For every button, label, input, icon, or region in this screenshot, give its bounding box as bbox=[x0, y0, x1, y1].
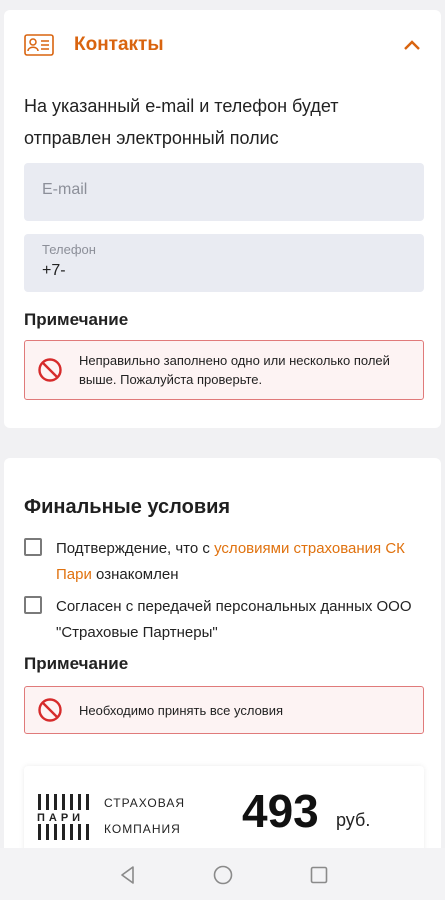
chevron-up-icon[interactable] bbox=[402, 36, 422, 54]
contacts-error-alert: Неправильно заполнено одно или несколько… bbox=[24, 340, 424, 400]
home-icon[interactable] bbox=[212, 864, 234, 886]
terms-text: Подтверждение, что с условиями страхован… bbox=[56, 536, 416, 588]
logo-word: ПАРИ bbox=[37, 812, 84, 824]
contact-card-icon bbox=[24, 34, 54, 56]
phone-value: +7- bbox=[42, 262, 66, 279]
phone-label: Телефон bbox=[42, 242, 96, 257]
final-conditions-section: Финальные условия Подтверждение, что с у… bbox=[4, 458, 441, 866]
personal-data-checkbox[interactable] bbox=[24, 596, 42, 614]
contacts-intro: На указанный e-mail и телефон будет отпр… bbox=[24, 96, 339, 148]
recent-apps-icon[interactable] bbox=[308, 864, 330, 886]
pari-logo: ПАРИ bbox=[37, 794, 89, 840]
final-conditions-title: Финальные условия bbox=[24, 496, 231, 518]
contacts-note-label: Примечание bbox=[24, 310, 129, 329]
top-strip bbox=[0, 0, 445, 10]
company-name: СТРАХОВАЯ КОМПАНИЯ bbox=[104, 790, 185, 842]
contacts-error-text: Неправильно заполнено одно или несколько… bbox=[79, 353, 390, 387]
system-nav-bar bbox=[0, 848, 445, 900]
company-line2: КОМПАНИЯ bbox=[104, 822, 181, 836]
terms-suffix: ознакомлен bbox=[96, 566, 179, 583]
email-field[interactable]: E-mail bbox=[24, 163, 424, 221]
personal-data-text: Согласен с передачей персональных данных… bbox=[56, 598, 412, 641]
back-icon[interactable] bbox=[117, 864, 139, 886]
contacts-header[interactable]: Контакты bbox=[24, 32, 424, 60]
final-error-alert: Необходимо принять все условия bbox=[24, 686, 424, 734]
final-note-label: Примечание bbox=[24, 654, 129, 673]
final-error-text: Необходимо принять все условия bbox=[79, 703, 284, 718]
prohibited-icon bbox=[38, 358, 62, 382]
price-value: 493 bbox=[242, 785, 319, 837]
company-line1: СТРАХОВАЯ bbox=[104, 796, 186, 810]
phone-field[interactable]: Телефон +7- bbox=[24, 234, 424, 292]
contacts-title: Контакты bbox=[74, 34, 164, 55]
contacts-section: Контакты На указанный e-mail и телефон б… bbox=[4, 10, 441, 428]
terms-prefix: Подтверждение, что с bbox=[56, 540, 210, 557]
price-currency: руб. bbox=[336, 810, 371, 830]
terms-checkbox[interactable] bbox=[24, 538, 42, 556]
prohibited-icon bbox=[38, 698, 62, 722]
email-placeholder: E-mail bbox=[42, 181, 88, 198]
